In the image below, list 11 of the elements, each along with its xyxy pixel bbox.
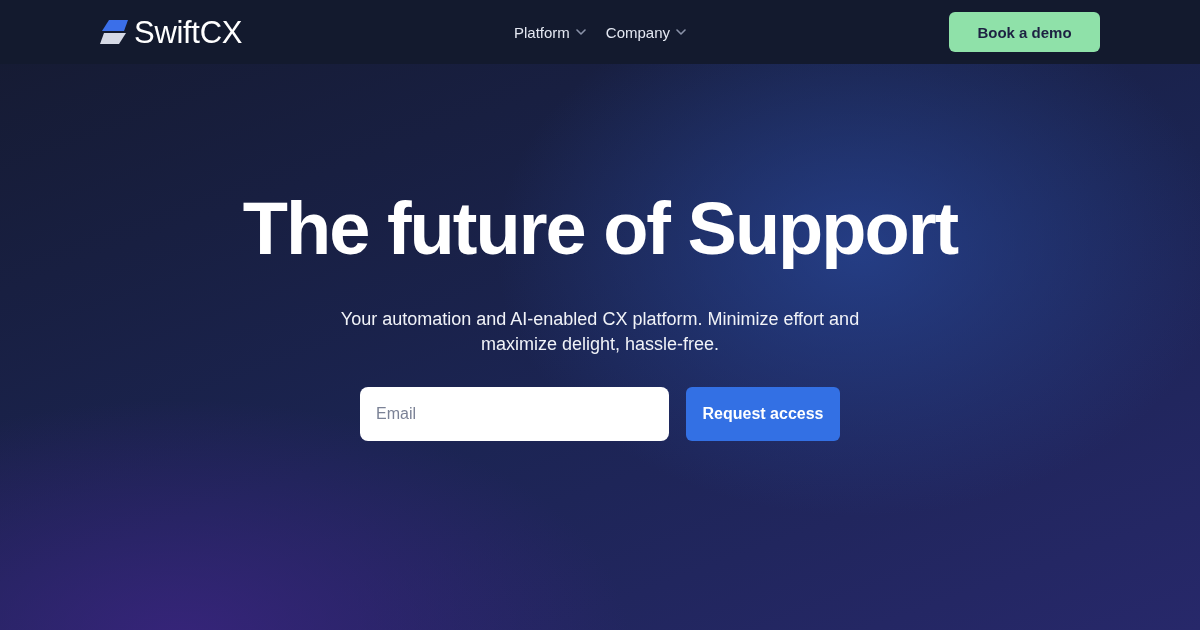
email-field[interactable]: Email — [360, 387, 669, 442]
book-demo-button[interactable]: Book a demo — [949, 12, 1100, 52]
chevron-down-icon — [575, 29, 586, 35]
logo-text[interactable]: SwiftCX — [134, 16, 243, 48]
request-access-button[interactable]: Request access — [686, 387, 840, 442]
hero-subtitle: Your automation and AI-enabled CX platform. Minimize effort and maximize delight, hassle-free. — [339, 308, 861, 357]
logo-icon — [100, 20, 128, 44]
hero-title: The future of Support — [242, 188, 958, 270]
nav-menu-link[interactable]: Platform — [513, 23, 586, 41]
nav-menu-link[interactable]: Company — [605, 23, 687, 41]
chevron-down-icon — [676, 29, 687, 35]
